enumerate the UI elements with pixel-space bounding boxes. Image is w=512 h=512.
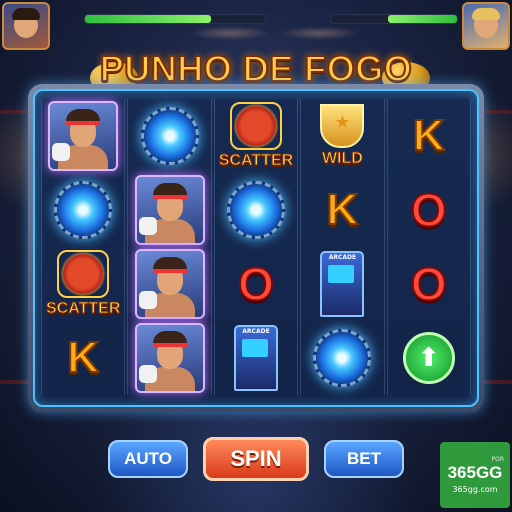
badge-top-text: POR: [491, 456, 504, 463]
opponent-health-bar: [330, 14, 458, 24]
badge-brand-text: 365GG: [447, 463, 503, 482]
reel-cell: K: [388, 99, 470, 173]
badge-site-text: 365gg.com: [452, 485, 498, 494]
reel-cell: [128, 247, 210, 321]
reel-cell: [128, 321, 210, 395]
letter-k-symbol: K: [412, 110, 446, 161]
arcade-label: ARCADE: [328, 254, 357, 261]
player-avatar: [2, 2, 50, 50]
reel-cell: WILD: [301, 99, 383, 173]
energy-vortex-icon: [140, 107, 199, 165]
flaming-fist-icon: [229, 102, 282, 150]
reel-grid: SCATTERKSCATTEROARCADEWILDKARCADEKOO⬆: [41, 99, 471, 395]
arcade-cabinet-icon: ARCADE: [320, 251, 365, 317]
letter-o-symbol: O: [410, 183, 448, 237]
scatter-symbol: SCATTER: [218, 102, 294, 170]
scatter-label: SCATTER: [45, 300, 121, 318]
reel-cell: SCATTER: [42, 247, 124, 321]
reel-cell: O: [388, 173, 470, 247]
reel-cell: SCATTER: [215, 99, 297, 173]
reel-cell: O: [388, 247, 470, 321]
energy-vortex-icon: [313, 329, 372, 387]
reel-cell: [215, 173, 297, 247]
fighter-symbol-icon: [48, 101, 119, 171]
reel-cell: ARCADE: [301, 247, 383, 321]
green-arrow-up-icon: ⬆: [402, 332, 455, 384]
fighter-symbol-icon: [134, 323, 205, 393]
opponent-health-fill: [387, 15, 457, 23]
letter-k-symbol: K: [326, 184, 360, 235]
auto-button[interactable]: AUTO: [108, 440, 188, 478]
scatter-symbol: SCATTER: [45, 250, 121, 318]
reel-cell: [128, 173, 210, 247]
reel-4: WILD K ARCADE: [300, 99, 385, 395]
energy-vortex-icon: [54, 181, 113, 239]
reel-cell: K: [42, 321, 124, 395]
reel-cell: [128, 99, 210, 173]
reel-cell: ⬆: [388, 321, 470, 395]
reel-2: [127, 99, 212, 395]
wild-symbol: WILD: [320, 104, 365, 168]
slot-frame: SCATTERKSCATTEROARCADEWILDKARCADEKOO⬆: [28, 84, 484, 412]
bet-button[interactable]: BET: [324, 440, 404, 478]
flaming-fist-icon: [57, 250, 110, 298]
reel-cell: [42, 173, 124, 247]
letter-o-symbol: O: [237, 257, 275, 311]
letter-o-symbol: O: [410, 257, 448, 311]
reel-3: SCATTER O ARCADE: [213, 99, 299, 395]
reel-1: SCATTER K: [41, 99, 126, 395]
opponent-avatar: [462, 2, 510, 50]
reel-cell: [301, 321, 383, 395]
wild-label: WILD: [321, 150, 363, 168]
trophy-icon: [320, 104, 365, 148]
energy-vortex-icon: [226, 181, 285, 239]
reel-5: K O O ⬆: [386, 99, 471, 395]
spin-button[interactable]: SPIN: [203, 437, 309, 481]
brand-badge: POR 365GG 365gg.com: [440, 442, 510, 508]
letter-k-symbol: K: [66, 332, 100, 383]
fighter-symbol-icon: [134, 175, 205, 245]
scatter-label: SCATTER: [218, 152, 294, 170]
reel-cell: ARCADE: [215, 321, 297, 395]
fighter-symbol-icon: [134, 249, 205, 319]
arcade-label: ARCADE: [242, 328, 270, 335]
reel-cell: K: [301, 173, 383, 247]
reel-cell: [42, 99, 124, 173]
arcade-cabinet-icon: ARCADE: [233, 325, 278, 391]
reel-cell: O: [215, 247, 297, 321]
